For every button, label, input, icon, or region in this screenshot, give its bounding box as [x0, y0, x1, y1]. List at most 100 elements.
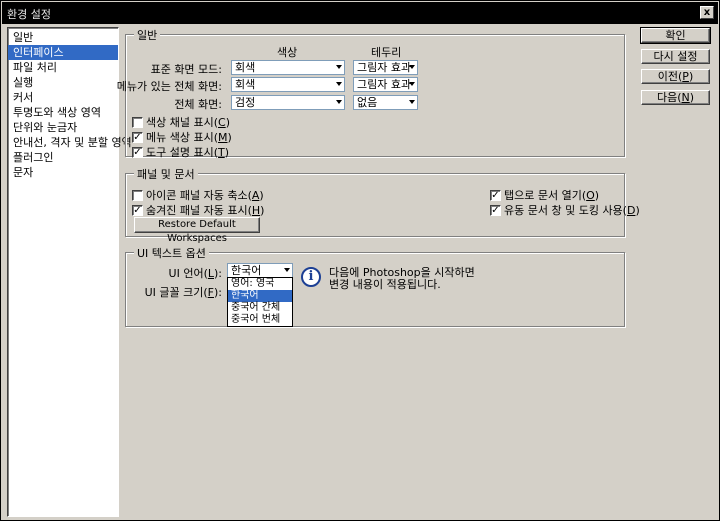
- fullscreen-menu-color-value: 회색: [235, 78, 256, 91]
- paren: ): [689, 91, 695, 104]
- info-icon: i: [301, 267, 321, 287]
- restart-notice-line2: 변경 내용이 적용됩니다.: [329, 278, 441, 291]
- checkbox-label: 유동 문서 창 및 도킹 사용(: [504, 204, 627, 217]
- access-key: T: [218, 145, 225, 159]
- standard-screen-color-select[interactable]: 회색: [231, 60, 345, 75]
- fullscreen-menu-color-select[interactable]: 회색: [231, 77, 345, 92]
- reset-button[interactable]: 다시 설정: [641, 49, 710, 64]
- checkmark-icon: ✓: [132, 146, 143, 158]
- access-key: C: [218, 115, 226, 129]
- enable-floating-document-docking-checkbox[interactable]: ✓ 유동 문서 창 및 도킹 사용(D): [490, 202, 640, 218]
- show-tooltips-checkbox[interactable]: ✓ 도구 설명 표시(T): [132, 144, 229, 160]
- paren: ): [688, 70, 694, 83]
- checkmark-icon: ✓: [132, 204, 143, 216]
- fullscreen-menu-border-value: 그림자 효과: [357, 78, 412, 91]
- access-key: D: [626, 203, 636, 217]
- fullscreen-border-value: 없음: [357, 96, 378, 109]
- checkbox-label: 아이콘 패널 자동 축소(: [146, 189, 252, 202]
- chevron-down-icon: [336, 65, 342, 69]
- sidebar-item[interactable]: 파일 처리: [8, 60, 118, 75]
- open-documents-as-tabs-checkbox[interactable]: ✓ 탭으로 문서 열기(O): [490, 187, 599, 203]
- checkmark-icon: ✓: [490, 204, 501, 216]
- sidebar-item[interactable]: 실행: [8, 75, 118, 90]
- label-suffix: ):: [214, 267, 222, 280]
- fullscreen-color-select[interactable]: 검정: [231, 95, 345, 110]
- general-group-title: 일반: [134, 27, 161, 43]
- auto-collapse-icon-panels-checkbox[interactable]: 아이콘 패널 자동 축소(A): [132, 187, 264, 203]
- checkbox-box: [132, 116, 143, 128]
- paren: ): [225, 115, 230, 129]
- restart-notice: 다음에 Photoshop을 시작하면 변경 내용이 적용됩니다.: [329, 267, 475, 291]
- ui-language-select[interactable]: 한국어: [227, 263, 293, 278]
- category-list[interactable]: 일반 인터페이스 파일 처리 실행 커서 투명도와 색상 영역 단위와 눈금자 안내선, 격자…: [7, 27, 132, 517]
- access-key: N: [681, 91, 690, 104]
- access-key: P: [682, 70, 689, 83]
- sidebar-item[interactable]: 단위와 눈금자: [8, 120, 118, 135]
- ui-font-size-label: UI 글꼴 크기(F):: [145, 284, 222, 300]
- chevron-down-icon: [336, 100, 342, 104]
- button-label: 이전(: [657, 70, 683, 83]
- ui-text-group-title: UI 텍스트 옵션: [134, 245, 209, 261]
- paren: ): [224, 145, 230, 159]
- checkbox-label: 숨겨진 패널 자동 표시(: [146, 204, 252, 217]
- close-icon[interactable]: x: [700, 6, 714, 19]
- access-key: O: [586, 188, 595, 202]
- preferences-dialog: 환경 설정 x 일반 인터페이스 파일 처리 실행 커서 투명도와 색상 영역 단위와 눈금…: [0, 0, 720, 521]
- access-key: A: [251, 188, 260, 202]
- ui-language-dropdown-list[interactable]: 영어: 영국 한국어 중국어 간체 중국어 번체: [227, 277, 293, 327]
- chevron-down-icon: [284, 268, 290, 272]
- auto-show-hidden-panels-checkbox[interactable]: ✓ 숨겨진 패널 자동 표시(H): [132, 202, 264, 218]
- border-column-header: 테두리: [371, 46, 402, 59]
- fullscreen-color-value: 검정: [235, 96, 256, 109]
- show-menu-colors-checkbox[interactable]: ✓ 메뉴 색상 표시(M): [132, 129, 232, 145]
- checkbox-label: 도구 설명 표시(: [146, 146, 219, 159]
- fullscreen-menu-label: 메뉴가 있는 전체 화면:: [116, 80, 222, 93]
- dropdown-option[interactable]: 영어: 영국: [228, 278, 292, 290]
- show-channels-in-color-checkbox[interactable]: 색상 채널 표시(C): [132, 114, 230, 130]
- checkbox-box: [132, 189, 143, 201]
- fullscreen-border-select[interactable]: 없음: [353, 95, 418, 110]
- fullscreen-label: 전체 화면:: [174, 98, 222, 111]
- dropdown-option[interactable]: 한국어: [228, 290, 292, 302]
- restore-default-workspaces-button[interactable]: Restore Default Workspaces: [134, 217, 260, 244]
- label-suffix: ):: [214, 286, 222, 299]
- paren: ): [594, 188, 600, 202]
- title-bar[interactable]: 환경 설정 x: [2, 2, 718, 24]
- sidebar-item[interactable]: 투명도와 색상 영역: [8, 105, 118, 120]
- standard-screen-border-select[interactable]: 그림자 효과: [353, 60, 418, 75]
- chevron-down-icon: [409, 65, 415, 69]
- sidebar-item[interactable]: 문자: [8, 165, 118, 180]
- access-key: H: [251, 203, 261, 217]
- dropdown-option[interactable]: 중국어 간체: [228, 302, 292, 314]
- button-label: 다음(: [656, 91, 682, 104]
- sidebar-item[interactable]: 일반: [8, 30, 118, 45]
- prev-button[interactable]: 이전(P): [641, 69, 710, 84]
- paren: ): [259, 188, 264, 202]
- fullscreen-menu-border-select[interactable]: 그림자 효과: [353, 77, 418, 92]
- checkmark-icon: ✓: [132, 131, 143, 143]
- checkbox-label: 탭으로 문서 열기(: [504, 189, 587, 202]
- ui-language-label: UI 언어(L):: [169, 265, 222, 281]
- label-text: UI 언어(: [168, 267, 208, 280]
- chevron-down-icon: [409, 82, 415, 86]
- sidebar-item[interactable]: 플러그인: [8, 150, 118, 165]
- checkmark-icon: ✓: [490, 189, 501, 201]
- access-key: M: [218, 130, 228, 144]
- sidebar-item[interactable]: 인터페이스: [8, 45, 118, 60]
- standard-screen-border-value: 그림자 효과: [357, 61, 412, 74]
- dropdown-option[interactable]: 중국어 번체: [228, 314, 292, 326]
- window-title: 환경 설정: [7, 8, 51, 21]
- label-text: UI 글꼴 크기(: [144, 286, 208, 299]
- panels-group-title: 패널 및 문서: [134, 166, 198, 182]
- sidebar-item[interactable]: 안내선, 격자 및 분할 영역: [8, 135, 132, 150]
- checkbox-label: 메뉴 색상 표시(: [146, 131, 219, 144]
- ok-button[interactable]: 확인: [640, 27, 711, 44]
- standard-screen-color-value: 회색: [235, 61, 256, 74]
- standard-screen-mode-label: 표준 화면 모드:: [150, 63, 222, 76]
- sidebar-item[interactable]: 커서: [8, 90, 118, 105]
- paren: ): [635, 203, 640, 217]
- chevron-down-icon: [336, 82, 342, 86]
- color-column-header: 색상: [277, 46, 298, 59]
- next-button[interactable]: 다음(N): [641, 90, 710, 105]
- checkbox-label: 색상 채널 표시(: [146, 116, 219, 129]
